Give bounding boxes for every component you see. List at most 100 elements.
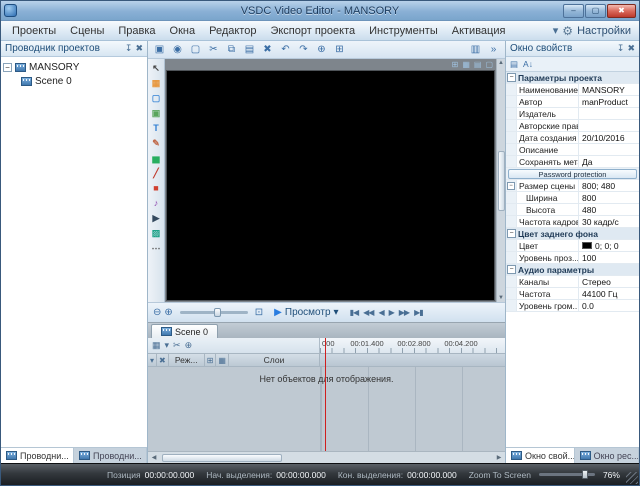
- video-capture-icon[interactable]: ▢: [187, 42, 204, 57]
- zoom-in-icon[interactable]: ⊕: [164, 307, 172, 318]
- paste-icon[interactable]: ▤: [241, 42, 258, 57]
- fit-screen-icon[interactable]: ⊡: [255, 307, 263, 318]
- zoom-timeline-icon[interactable]: ⊕: [185, 340, 193, 351]
- video-icon[interactable]: ▶: [149, 211, 164, 225]
- minimize-button[interactable]: –: [563, 4, 584, 18]
- property-row[interactable]: НаименованиеMANSORY: [506, 84, 639, 96]
- zoom-out-icon[interactable]: ⊖: [153, 307, 161, 318]
- line-icon[interactable]: ╱: [149, 166, 164, 180]
- display-grid-icon[interactable]: ⊞: [452, 60, 459, 69]
- property-section[interactable]: −Аудио параметры: [506, 264, 639, 276]
- audio-icon[interactable]: ♪: [149, 196, 164, 210]
- screen-capture-icon[interactable]: ◉: [169, 42, 186, 57]
- property-row[interactable]: Высота480: [506, 204, 639, 216]
- property-value[interactable]: 0.0: [579, 301, 639, 311]
- tree-item-scene[interactable]: Scene 0: [3, 74, 145, 88]
- property-row[interactable]: Ширина800: [506, 192, 639, 204]
- copy-icon[interactable]: ⧉: [223, 42, 240, 57]
- property-row[interactable]: АвторmanProduct: [506, 96, 639, 108]
- more-icon[interactable]: ⋯: [149, 241, 164, 255]
- undo-icon[interactable]: ↶: [277, 42, 294, 57]
- cut-icon[interactable]: ✂: [205, 42, 222, 57]
- chart-icon[interactable]: ▅: [149, 151, 164, 165]
- property-value[interactable]: 20/10/2016: [579, 133, 639, 143]
- scrollbar-thumb[interactable]: [162, 454, 282, 462]
- tab-project-explorer[interactable]: Проводни...: [1, 448, 74, 463]
- tab-properties-window[interactable]: Окно свой...: [506, 448, 575, 463]
- menu-item[interactable]: Сцены: [63, 23, 111, 39]
- preview-button[interactable]: ▶ Просмотр ▾: [274, 307, 338, 318]
- preview-canvas[interactable]: [166, 70, 495, 301]
- property-row[interactable]: Авторские прав...: [506, 120, 639, 132]
- header-delete-icon[interactable]: ✖: [157, 354, 169, 366]
- property-row[interactable]: Частота44100 Гц: [506, 288, 639, 300]
- pin-icon[interactable]: ↧: [125, 43, 133, 54]
- menu-item[interactable]: Инструменты: [362, 23, 445, 39]
- close-icon[interactable]: ✖: [627, 43, 635, 54]
- maximize-button[interactable]: ▢: [585, 4, 606, 18]
- scroll-down-icon[interactable]: ▼: [498, 295, 504, 301]
- chevron-down-icon[interactable]: ▾: [334, 307, 339, 318]
- gear-icon[interactable]: ⚙: [562, 24, 573, 38]
- menu-item[interactable]: Правка: [111, 23, 162, 39]
- scroll-up-icon[interactable]: ▲: [498, 60, 504, 66]
- property-section[interactable]: −Цвет заднего фона: [506, 228, 639, 240]
- property-row[interactable]: Цвет0; 0; 0: [506, 240, 639, 252]
- rulers-icon[interactable]: ▤: [474, 60, 482, 69]
- categorized-icon[interactable]: ▤: [510, 59, 518, 70]
- redo-icon[interactable]: ↷: [295, 42, 312, 57]
- add-object-icon[interactable]: ▦: [149, 76, 164, 90]
- bounds-icon[interactable]: ▢: [485, 60, 493, 69]
- scroll-left-icon[interactable]: ◀: [148, 454, 160, 461]
- property-row[interactable]: Уровень гром...0.0: [506, 300, 639, 312]
- property-value[interactable]: 44100 Гц: [579, 289, 639, 299]
- vertical-scrollbar[interactable]: ▲ ▼: [496, 59, 505, 302]
- status-zoom-slider[interactable]: [539, 473, 595, 476]
- more-icon[interactable]: »: [485, 42, 502, 57]
- cut-region-icon[interactable]: ✂: [173, 340, 181, 351]
- property-value[interactable]: 30 кадр/с: [579, 217, 639, 227]
- menu-item[interactable]: Активация: [445, 23, 513, 39]
- close-icon[interactable]: ✖: [135, 43, 143, 54]
- tab-object-explorer[interactable]: Проводни...: [74, 448, 147, 463]
- rectangle-select-icon[interactable]: ▢: [149, 91, 164, 105]
- timeline-body[interactable]: Нет объектов для отображения.: [148, 367, 505, 451]
- header-grid-icon[interactable]: ⊞: [205, 354, 217, 366]
- tab-resources-window[interactable]: Окно рес...: [575, 448, 639, 463]
- chevron-down-icon[interactable]: ▾: [553, 24, 559, 37]
- property-value[interactable]: 100: [579, 253, 639, 263]
- playhead[interactable]: [325, 338, 326, 451]
- layout-icon[interactable]: ▥: [467, 42, 484, 57]
- scrollbar-thumb[interactable]: [498, 151, 505, 211]
- property-row[interactable]: Сохранять мета...Да: [506, 156, 639, 168]
- property-value[interactable]: Стерео: [579, 277, 639, 287]
- collapse-icon[interactable]: −: [507, 73, 516, 82]
- add-scene-icon[interactable]: ▣: [151, 42, 168, 57]
- property-value[interactable]: 800: [579, 193, 639, 203]
- add-layer-icon[interactable]: ▦: [152, 340, 161, 351]
- property-value[interactable]: 480: [579, 205, 639, 215]
- transport-button[interactable]: ▶▶: [399, 308, 409, 317]
- sprite-icon[interactable]: ▣: [149, 106, 164, 120]
- property-value[interactable]: MANSORY: [579, 85, 639, 95]
- delete-icon[interactable]: ✖: [259, 42, 276, 57]
- transport-button[interactable]: ▶: [389, 308, 394, 317]
- grid-icon[interactable]: ⊞: [331, 42, 348, 57]
- collapse-icon[interactable]: −: [3, 63, 12, 72]
- zoom-slider[interactable]: [180, 311, 248, 314]
- title-bar[interactable]: VSDC Video Editor - MANSORY – ▢ ✖: [1, 1, 639, 21]
- transport-button[interactable]: ◀: [378, 308, 383, 317]
- pin-icon[interactable]: ↧: [617, 43, 625, 54]
- tab-scene-0[interactable]: Scene 0: [151, 324, 218, 338]
- snap-grid-icon[interactable]: ▦: [462, 60, 470, 69]
- pencil-icon[interactable]: ✎: [149, 136, 164, 150]
- menu-item[interactable]: Окна: [163, 23, 203, 39]
- property-row[interactable]: КаналыСтерео: [506, 276, 639, 288]
- property-value[interactable]: 0; 0; 0: [579, 241, 639, 251]
- transport-button[interactable]: ▮◀: [350, 308, 359, 317]
- settings-menu[interactable]: Настройки: [577, 25, 631, 37]
- scroll-right-icon[interactable]: ▶: [493, 454, 505, 461]
- close-button[interactable]: ✖: [607, 4, 636, 18]
- zoom-mode-label[interactable]: Zoom To Screen: [469, 470, 531, 480]
- collapse-icon[interactable]: −: [507, 229, 516, 238]
